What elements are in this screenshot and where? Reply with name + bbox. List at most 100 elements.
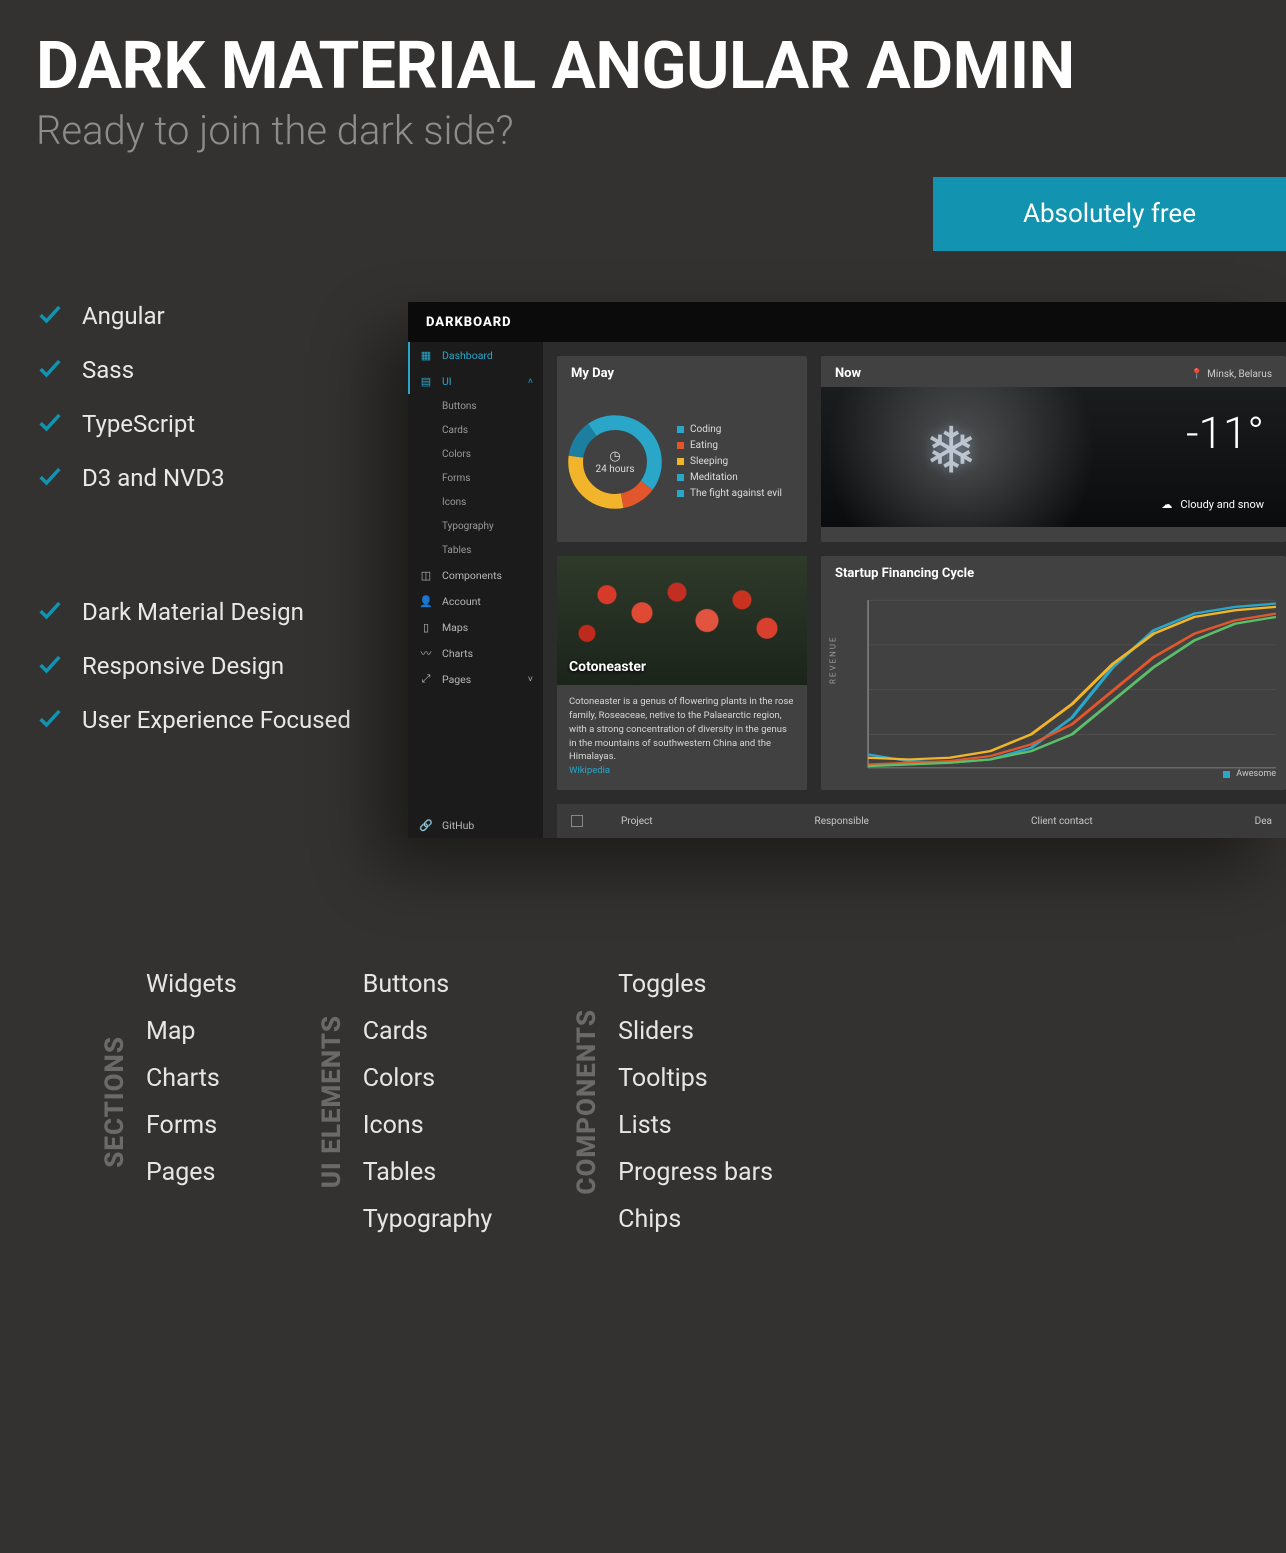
feature-label: User Experience Focused [82, 706, 351, 734]
feature-item: D3 and NVD3 [36, 462, 351, 494]
sidebar-item-label: UI [442, 375, 452, 388]
sidebar-item-label: Account [442, 595, 481, 608]
legend-item: The fight against evil [677, 488, 782, 499]
sidebar-sub-colors[interactable]: Colors [408, 442, 543, 466]
list-column-ui-elements: UI ELEMENTSButtonsCardsColorsIconsTables… [317, 970, 492, 1234]
hero-title: DARK MATERIAL ANGULAR ADMIN [36, 28, 1250, 105]
th-client: Client contact [1031, 816, 1093, 827]
feature-item: TypeScript [36, 408, 351, 440]
legend-swatch-icon [677, 458, 684, 465]
sidebar-item-label: Charts [442, 647, 473, 660]
feature-label: TypeScript [82, 410, 195, 438]
list-item: Toggles [618, 970, 773, 999]
finance-chart: REVENUE Awesome [835, 589, 1276, 779]
checkbox[interactable] [571, 815, 583, 827]
list-item: Forms [146, 1111, 237, 1140]
legend-item: Coding [677, 424, 782, 435]
sidebar-item-label: GitHub [442, 819, 474, 832]
chart-icon: 〰 [420, 647, 432, 659]
finance-legend: Awesome [1236, 769, 1276, 779]
grid2-icon: ▤ [420, 375, 432, 387]
list-item: Sliders [618, 1017, 773, 1046]
feature-item: Responsive Design [36, 650, 351, 682]
sidebar-item-label: Dashboard [442, 349, 493, 362]
cotoneaster-link[interactable]: Wikipedia [569, 765, 610, 776]
myday-card: My Day ◷ 24 hours [557, 356, 807, 542]
legend-swatch-icon [1223, 771, 1230, 778]
sidebar-sub-typography[interactable]: Typography [408, 514, 543, 538]
list-item: Charts [146, 1064, 237, 1093]
feature-item: Dark Material Design [36, 596, 351, 628]
cotoneaster-text: Cotoneaster is a genus of flowering plan… [569, 696, 793, 762]
sidebar-item-charts[interactable]: 〰 Charts [408, 640, 543, 666]
sidebar-sub-tables[interactable]: Tables [408, 538, 543, 562]
finance-title: Startup Financing Cycle [821, 556, 1286, 581]
weather-card: Now 📍 Minsk, Belarus ❄ -11° ☁ Cloudy and… [821, 356, 1286, 542]
list-heading: SECTIONS [100, 1036, 130, 1168]
weather-title: Now [835, 366, 861, 381]
legend-item: Eating [677, 440, 782, 451]
th-responsible: Responsible [815, 816, 869, 827]
list-item: Pages [146, 1158, 237, 1187]
sidebar-item-components[interactable]: ◫Components [408, 562, 543, 588]
sidebar-item-account[interactable]: 👤 Account [408, 588, 543, 614]
cloud-icon: ☁ [1161, 498, 1172, 511]
cotoneaster-image: Cotoneaster [557, 556, 807, 685]
feature-label: Dark Material Design [82, 598, 304, 626]
finance-ylabel: REVENUE [829, 635, 838, 684]
legend-label: Sleeping [690, 456, 728, 467]
cta-button[interactable]: Absolutely free [933, 177, 1286, 251]
list-column-components: COMPONENTSTogglesSlidersTooltipsListsPro… [572, 970, 773, 1234]
weather-location: Minsk, Belarus [1207, 369, 1272, 380]
sidebar-item-ui[interactable]: ▤ UI ˄ [408, 368, 543, 394]
sidebar-item-dashboard[interactable]: ▦ Dashboard [408, 342, 543, 368]
weather-temperature: -11° [1186, 407, 1264, 459]
list-item: Buttons [363, 970, 492, 999]
finance-card: Startup Financing Cycle REVENUE Awesome [821, 556, 1286, 790]
sidebar-sub-cards[interactable]: Cards [408, 418, 543, 442]
check-icon [36, 704, 82, 736]
donut-center-text: 24 hours [596, 464, 635, 475]
legend-swatch-icon [677, 490, 684, 497]
weather-condition: Cloudy and snow [1180, 498, 1264, 511]
list-item: Map [146, 1017, 237, 1046]
check-icon [36, 354, 82, 386]
sidebar-item-pages[interactable]: ⤢Pages˅ [408, 666, 543, 692]
feature-item: Angular [36, 300, 351, 332]
feature-label: Responsive Design [82, 652, 284, 680]
list-item: Cards [363, 1017, 492, 1046]
list-item: Widgets [146, 970, 237, 999]
sidebar-sub-buttons[interactable]: Buttons [408, 394, 543, 418]
dashboard-brand: DARKBOARD [426, 315, 512, 330]
list-item: Progress bars [618, 1158, 773, 1187]
sidebar-sub-forms[interactable]: Forms [408, 466, 543, 490]
person-icon: 👤 [420, 595, 432, 607]
snowflake-icon: ❄ [924, 414, 978, 489]
feature-label: D3 and NVD3 [82, 464, 225, 492]
list-item: Icons [363, 1111, 492, 1140]
list-item: Typography [363, 1205, 492, 1234]
legend-label: The fight against evil [690, 488, 782, 499]
clock-icon: ◷ [609, 449, 620, 464]
legend-label: Meditation [690, 472, 738, 483]
feature-item: User Experience Focused [36, 704, 351, 736]
chevron-down-icon: ˅ [528, 674, 533, 685]
expand-icon: ⤢ [420, 673, 432, 685]
th-dea: Dea [1255, 816, 1272, 827]
cotoneaster-card: Cotoneaster Cotoneaster is a genus of fl… [557, 556, 807, 790]
chevron-up-icon: ˄ [528, 376, 533, 387]
list-item: Lists [618, 1111, 773, 1140]
sidebar-sub-icons[interactable]: Icons [408, 490, 543, 514]
sidebar-item-label: Components [442, 569, 502, 582]
check-icon [36, 408, 82, 440]
map-icon: ▯ [420, 621, 432, 633]
sidebar-item-maps[interactable]: ▯Maps [408, 614, 543, 640]
sidebar-footer-github[interactable]: 🔗GitHub [408, 812, 543, 838]
list-heading: COMPONENTS [572, 1009, 602, 1195]
cotoneaster-title: Cotoneaster [569, 659, 646, 675]
legend-item: Sleeping [677, 456, 782, 467]
legend-swatch-icon [677, 442, 684, 449]
grid-icon: ▦ [420, 349, 432, 361]
check-icon [36, 650, 82, 682]
list-column-sections: SECTIONS Widgets Map Charts Forms Pages [100, 970, 237, 1234]
